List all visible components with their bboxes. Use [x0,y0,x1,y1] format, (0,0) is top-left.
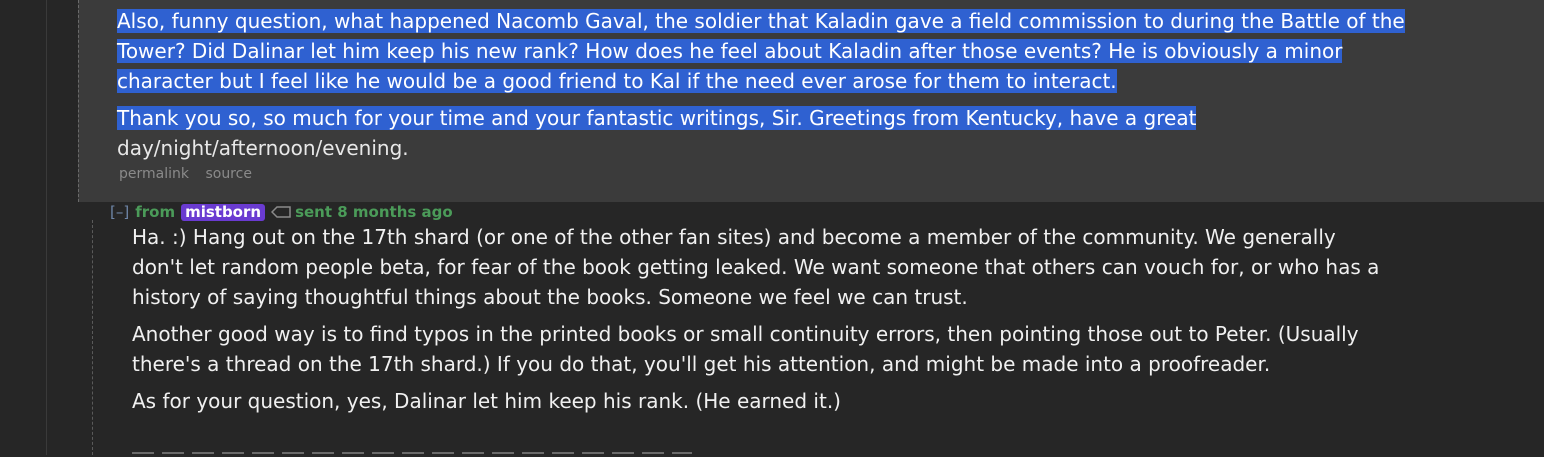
from-label: from [135,203,176,221]
source-link[interactable]: source [205,166,252,182]
unselected-text: day/night/afternoon/evening. [117,136,409,160]
quoted-message-panel: Also, funny question, what happened Naco… [78,0,1544,202]
reply-header: [–] from mistborn sent 8 months ago [110,203,453,221]
selected-text: Also, funny question, what happened Naco… [117,9,1405,93]
selected-text: Thank you so, so much for your time and … [117,106,1197,130]
quoted-paragraph-2: Thank you so, so much for your time and … [117,103,1407,163]
reply-paragraph-1: Ha. :) Hang out on the 17th shard (or on… [132,225,1380,309]
sent-time: sent 8 months ago [295,203,453,221]
quoted-paragraph-1: Also, funny question, what happened Naco… [117,6,1407,96]
collapse-toggle[interactable]: [–] [110,203,129,221]
message-links: permalink source [119,166,264,182]
outer-border [46,0,47,455]
subreddit-badge[interactable]: mistborn [181,204,266,221]
quoted-message-body: Also, funny question, what happened Naco… [117,6,1407,170]
reply-message-panel: [–] from mistborn sent 8 months ago Ha. :) … [78,202,1544,455]
reply-links-cut-off [132,449,692,457]
reply-paragraph-2: Another good way is to find typos in the… [132,322,1359,376]
reply-message-body: Ha. :) Hang out on the 17th shard (or on… [132,222,1392,423]
thread-rail [92,220,94,455]
reply-paragraph-3: As for your question, yes, Dalinar let h… [132,389,841,413]
permalink-link[interactable]: permalink [119,166,189,182]
mail-tag-icon [271,206,291,218]
